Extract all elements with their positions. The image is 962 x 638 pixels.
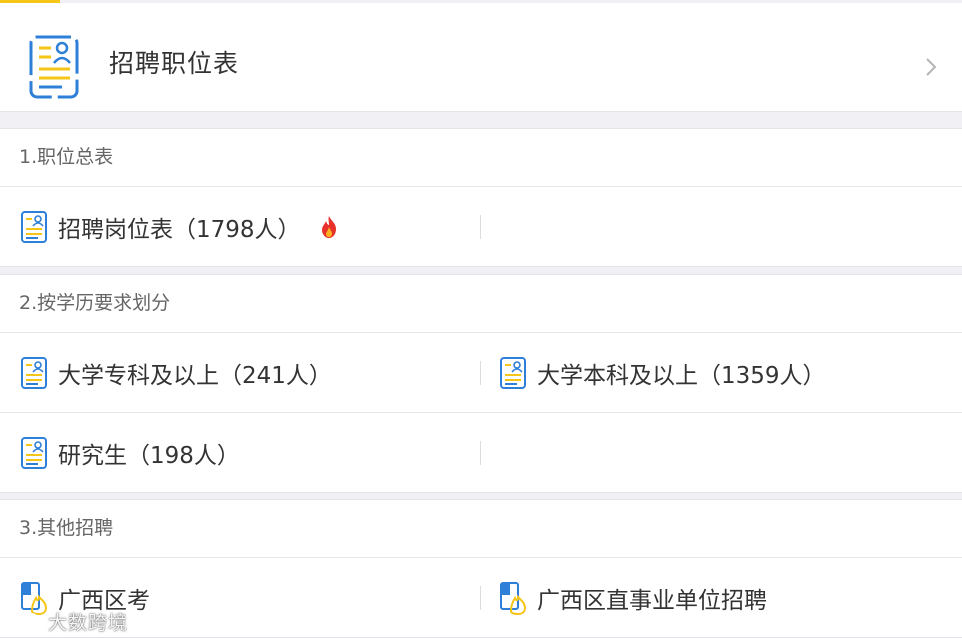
doc-icon	[21, 210, 47, 243]
cell-label: 大学本科及以上（1359人）	[537, 362, 826, 389]
section-by-education: 2.按学历要求划分 大学专科及以上（241人） 大学本科及以上（1359人） 研…	[0, 274, 962, 493]
doc-icon	[500, 356, 526, 389]
column-divider	[480, 441, 481, 465]
table-row: 招聘岗位表（1798人）	[0, 187, 962, 266]
link-guangxi-public-institutions[interactable]: 广西区直事业单位招聘	[481, 558, 961, 637]
section-position-summary: 1.职位总表 招聘岗位表（1798人）	[0, 128, 962, 267]
doc-icon	[21, 356, 47, 389]
cell-label: 广西区直事业单位招聘	[537, 587, 767, 614]
bookmark-hand-icon	[500, 581, 527, 615]
fire-icon	[321, 215, 336, 238]
section-title: 3.其他招聘	[0, 500, 962, 558]
section-title: 1.职位总表	[0, 129, 962, 187]
watermark: 大数跨境	[20, 608, 128, 635]
cell-label: 招聘岗位表（1798人）	[58, 216, 301, 243]
page-title: 招聘职位表	[109, 49, 240, 78]
doc-icon	[21, 436, 47, 469]
cell-label: 大学专科及以上（241人）	[58, 362, 332, 389]
section-other-recruitment: 3.其他招聘 广西区考 广西区直事业单位招聘	[0, 499, 962, 638]
recruitment-doc-icon	[29, 35, 79, 99]
table-row: 广西区考 广西区直事业单位招聘	[0, 558, 962, 637]
watermark-text: 大数跨境	[48, 612, 129, 634]
link-postgraduate[interactable]: 研究生（198人）	[0, 413, 480, 492]
cell-label: 研究生（198人）	[58, 442, 240, 469]
link-recruitment-positions[interactable]: 招聘岗位表（1798人）	[0, 187, 480, 266]
section-title: 2.按学历要求划分	[0, 275, 962, 333]
link-college-diploma[interactable]: 大学专科及以上（241人）	[0, 333, 480, 412]
watermark-logo-icon	[22, 612, 40, 631]
chevron-right-icon[interactable]	[924, 55, 938, 79]
column-divider	[480, 215, 481, 239]
header-bar[interactable]: 招聘职位表	[0, 3, 962, 112]
table-row: 研究生（198人）	[0, 413, 962, 492]
page: 招聘职位表 1.职位总表 招聘岗位表（1798人） 2.按学历要求划分 大学专科…	[0, 0, 962, 638]
table-row: 大学专科及以上（241人） 大学本科及以上（1359人）	[0, 333, 962, 413]
link-bachelor-degree[interactable]: 大学本科及以上（1359人）	[481, 333, 961, 412]
